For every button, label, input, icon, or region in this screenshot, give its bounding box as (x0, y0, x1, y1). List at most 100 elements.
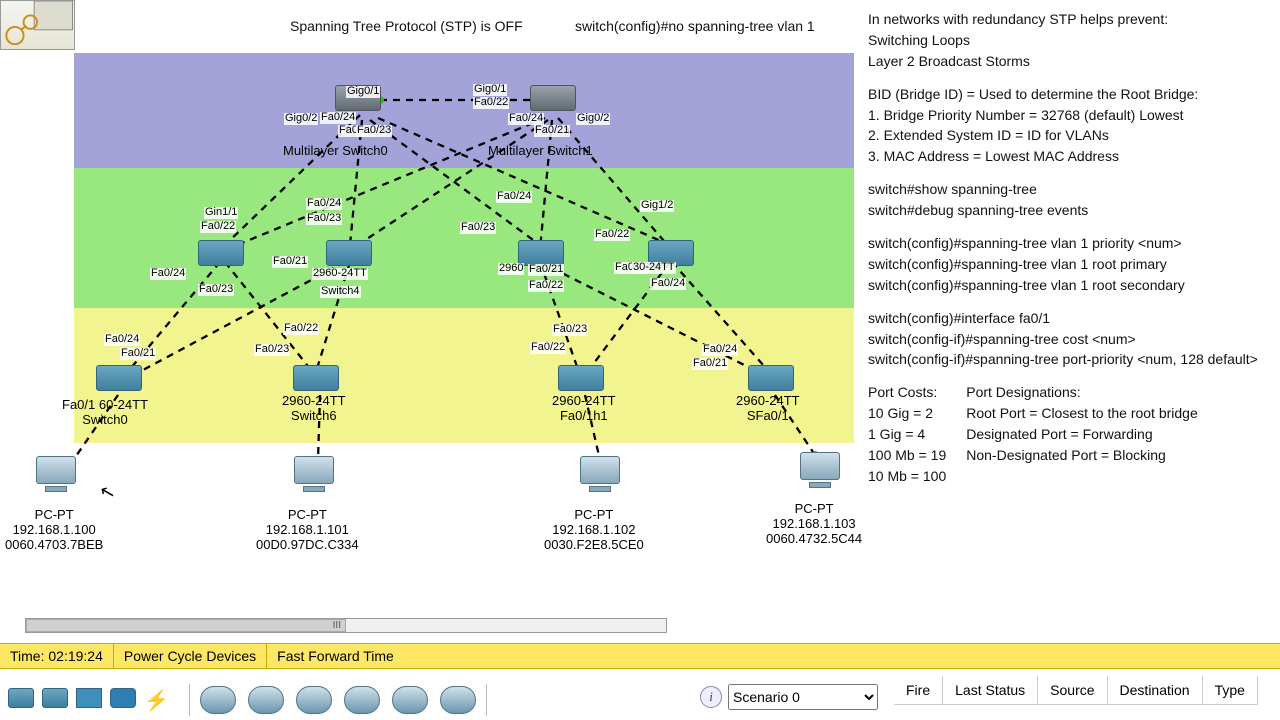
label-pc2: PC-PT192.168.1.1020030.F2E8.5CE0 (544, 508, 644, 553)
port-gig02-mls1: Gig0/2 (576, 113, 610, 125)
label-pc0: PC-PT192.168.1.1000060.4703.7BEB (5, 508, 103, 553)
fast-forward-button[interactable]: Fast Forward Time (267, 644, 404, 668)
col-fire[interactable]: Fire (894, 676, 943, 705)
notes-intro: In networks with redundancy STP helps pr… (868, 10, 1278, 71)
palette-switch-icon[interactable] (42, 688, 68, 708)
port-fa024c: Fa0/24 (150, 268, 186, 280)
scenario-selector: i Scenario 0 (700, 684, 878, 710)
port-fa021d: Fa0/21 (120, 348, 156, 360)
device-pc0[interactable] (36, 456, 76, 494)
port-fa021e: Fa0/21 (692, 358, 728, 370)
port-gin11: Gin1/1 (204, 207, 238, 219)
port-fa01-sw0: Fa0/1 (62, 397, 95, 412)
scrollbar-thumb[interactable]: III (26, 619, 346, 632)
simulation-status-bar: Time: 02:19:24 Power Cycle Devices Fast … (0, 643, 1280, 669)
event-table-header: Fire Last Status Source Destination Type (894, 676, 1258, 705)
palette-model-5[interactable] (392, 686, 428, 714)
port-fa022a: Fa0/22 (200, 221, 236, 233)
port-fa021-mls1: Fa0/21 (534, 125, 570, 137)
palette-group-models (189, 684, 487, 716)
port-fa024e: Fa0/24 (702, 344, 738, 356)
palette-router-icon[interactable] (8, 688, 34, 708)
notes-panel: In networks with redundancy STP helps pr… (868, 10, 1278, 488)
device-switch0[interactable] (96, 365, 142, 391)
port-fa024-distd: Fa0/24 (650, 278, 686, 290)
label-distc: 2960 (498, 263, 524, 275)
mouse-cursor-icon: ↖ (98, 480, 118, 504)
port-fa022b: Fa0/22 (594, 229, 630, 241)
device-dist-b[interactable] (326, 240, 372, 266)
notes-ifc: switch(config)#interface fa0/1switch(con… (868, 309, 1278, 370)
label-distb: 2960-24TT (312, 268, 368, 280)
port-gig12: Gig1/2 (640, 200, 674, 212)
canvas-horizontal-scrollbar[interactable]: III (25, 618, 667, 633)
device-pc1[interactable] (294, 456, 334, 494)
device-pc3[interactable] (800, 452, 840, 490)
label-switch-far: 2960-24TTSFa0/1 (736, 394, 800, 424)
port-gig01-mls0: Gig0/1 (346, 86, 380, 98)
palette-model-1[interactable] (200, 686, 236, 714)
model-far: 2960-24TT (736, 393, 800, 408)
notes-cfg: switch(config)#spanning-tree vlan 1 prio… (868, 234, 1278, 295)
col-destination[interactable]: Destination (1108, 676, 1203, 705)
device-switch1[interactable] (558, 365, 604, 391)
core-layer-band (74, 53, 854, 168)
port-fa023b: Fa0/23 (460, 222, 496, 234)
device-switch-far[interactable] (748, 365, 794, 391)
sim-time: Time: 02:19:24 (0, 644, 114, 668)
label-switch0: Fa0/1 60-24TTSwitch0 (62, 398, 148, 428)
canvas-note-right: switch(config)#no spanning-tree vlan 1 (575, 18, 815, 34)
palette-hub-icon[interactable] (76, 688, 102, 708)
port-fa022d: Fa0/22 (283, 323, 319, 335)
port-gig02-mls0: Gig0/2 (284, 113, 318, 125)
palette-model-3[interactable] (296, 686, 332, 714)
port-fa024-mls0: Fa0/24 (320, 112, 356, 124)
notes-bid: BID (Bridge ID) = Used to determine the … (868, 85, 1278, 167)
label-mls1: Multilayer Switch1 (488, 144, 593, 159)
palette-model-6[interactable] (440, 686, 476, 714)
palette-group-primary: ⚡ (0, 688, 177, 713)
port-fa023a: Fa0/23 (306, 213, 342, 225)
notes-show: switch#show spanning-treeswitch#debug sp… (868, 180, 1278, 220)
port-fa023c: Fa0/23 (198, 284, 234, 296)
label-mls0: Multilayer Switch0 (283, 144, 388, 159)
label-pc1: PC-PT192.168.1.10100D0.97DC.C334 (256, 508, 359, 553)
palette-model-4[interactable] (344, 686, 380, 714)
port-fa023e: Fa0/23 (552, 324, 588, 336)
label-pc3: PC-PT192.168.1.1030060.4732.5C44 (766, 502, 862, 547)
col-last-status[interactable]: Last Status (943, 676, 1038, 705)
label-switch1: 2960-24TTFa0/1h1 (552, 394, 616, 424)
port-gig01-mls1: Gig0/1 (473, 84, 507, 96)
device-switch6[interactable] (293, 365, 339, 391)
palette-connections-icon[interactable]: ⚡ (144, 688, 169, 713)
port-fa024d: Fa0/24 (104, 334, 140, 346)
port-fa023d: Fa0/23 (254, 344, 290, 356)
scenario-dropdown[interactable]: Scenario 0 (728, 684, 878, 710)
device-pc2[interactable] (580, 456, 620, 494)
port-fa021b: Fa0/21 (528, 264, 564, 276)
label-switch6: 2960-24TTSwitch6 (282, 394, 346, 424)
port-fa01-far: SFa0/1 (747, 408, 789, 423)
device-dist-a[interactable] (198, 240, 244, 266)
palette-model-2[interactable] (248, 686, 284, 714)
port-fa022-mls1: Fa0/22 (473, 97, 509, 109)
palette-wireless-icon[interactable] (110, 688, 136, 708)
col-source[interactable]: Source (1038, 676, 1107, 705)
distribution-layer-band (74, 168, 854, 308)
port-fa01-sw1: Fa0/1 (560, 408, 593, 423)
power-cycle-button[interactable]: Power Cycle Devices (114, 644, 267, 668)
port-fa024-mls1: Fa0/24 (508, 113, 544, 125)
col-type[interactable]: Type (1203, 676, 1258, 705)
label-distd: 30-24TT (632, 262, 676, 274)
port-fa022e: Fa0/22 (530, 342, 566, 354)
notes-costs: Port Costs: 10 Gig = 21 Gig = 4100 Mb = … (868, 383, 946, 487)
port-fa022c: Fa0/22 (528, 280, 564, 292)
notes-desig: Port Designations: Root Port = Closest t… (966, 383, 1198, 487)
device-mls1[interactable] (530, 85, 576, 111)
port-fa021a: Fa0/21 (272, 256, 308, 268)
info-icon[interactable]: i (700, 686, 722, 708)
port-fa024a: Fa0/24 (306, 198, 342, 210)
port-fa024b: Fa0/24 (496, 191, 532, 203)
topology-canvas[interactable]: Spanning Tree Protocol (STP) is OFF swit… (0, 0, 860, 620)
label-distb2: Switch4 (320, 286, 361, 298)
